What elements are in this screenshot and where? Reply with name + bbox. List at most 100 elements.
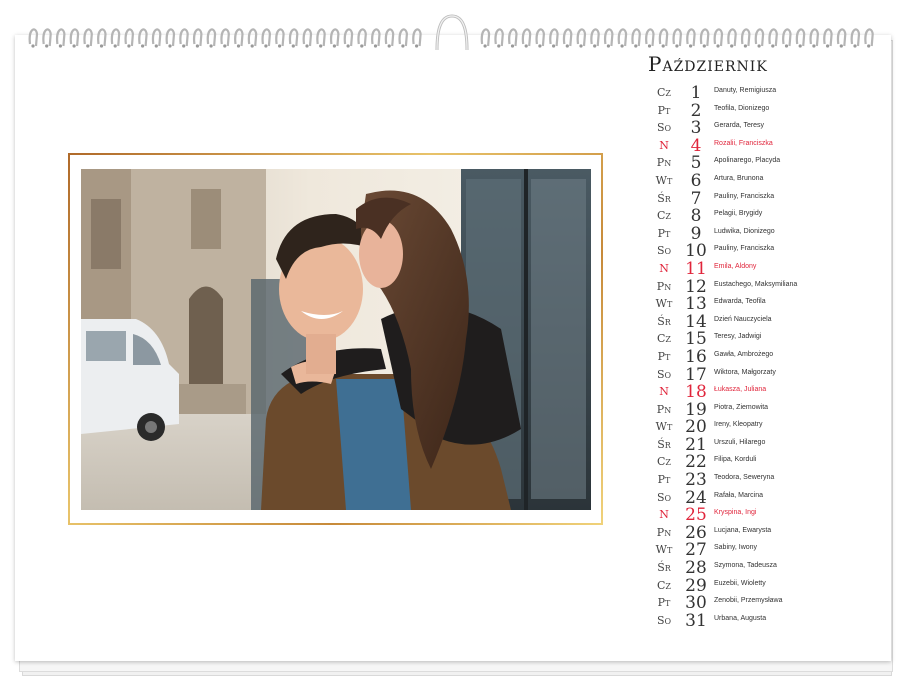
spiral-coil	[371, 28, 381, 47]
day-row: So 10 Pauliny, Franciszka	[648, 241, 888, 261]
spiral-coil	[302, 28, 313, 47]
binding-hole	[141, 44, 145, 48]
name-day: Wiktora, Małgorzaty	[714, 368, 776, 376]
spiral-coil	[782, 28, 792, 47]
day-row: So 17 Wiktora, Małgorzaty	[648, 365, 888, 385]
spiral-coil	[823, 28, 833, 47]
day-row: Pt 9 Ludwika, Dionizego	[648, 224, 888, 244]
day-row: So 3 Gerarda, Teresy	[648, 118, 888, 138]
name-day: Artura, Brunona	[714, 174, 764, 182]
day-list: Cz 1 Danuty, Remigiusza Pt 2 Teofila, Dionize…	[648, 83, 888, 631]
binding-hole	[483, 44, 487, 48]
spiral-coil	[69, 28, 80, 47]
binding-hole	[182, 44, 186, 48]
name-day: Eustachego, Maksymiliana	[714, 280, 798, 288]
binding-hole	[195, 44, 199, 48]
binding-hole	[647, 44, 652, 48]
spiral-coil	[28, 28, 39, 47]
spiral-coil	[740, 28, 751, 47]
binding-hole	[291, 44, 295, 48]
day-of-week: Wt	[655, 420, 673, 434]
spiral-coil	[97, 28, 107, 47]
binding-hole	[689, 44, 693, 48]
spiral-coil	[645, 28, 655, 47]
binding-hole	[346, 44, 350, 48]
day-row: N 25 Kryspina, Ingi	[648, 505, 888, 525]
day-of-week: Wt	[655, 297, 673, 311]
day-of-week: Śr	[657, 561, 671, 575]
spiral-coil	[165, 28, 176, 47]
spiral-coil	[686, 28, 696, 47]
day-row: Wt 20 Ireny, Kleopatry	[648, 417, 888, 437]
binding-hole	[798, 44, 802, 48]
day-of-week: Pt	[657, 596, 671, 610]
binding-hole	[757, 44, 761, 48]
binding-hole	[839, 44, 843, 48]
day-of-week: Cz	[657, 455, 671, 469]
spiral-coil	[795, 28, 806, 47]
day-row: Pn 19 Piotra, Ziemowita	[648, 400, 888, 420]
binding-hole	[593, 44, 597, 48]
day-of-week: Wt	[655, 173, 673, 187]
spiral-coil	[836, 28, 847, 47]
spiral-coil	[357, 28, 367, 47]
spiral-coil	[672, 28, 683, 47]
spiral-coil	[151, 28, 162, 47]
day-row: Śr 14 Dzień Nauczyciela	[648, 312, 888, 332]
name-day: Zenobii, Przemysława	[714, 597, 783, 605]
day-row: Pn 26 Lucjana, Ewarysta	[648, 523, 888, 543]
spiral-coil	[412, 28, 422, 47]
spiral-coil	[809, 28, 820, 47]
binding-hole	[552, 44, 556, 48]
spiral-coil	[535, 28, 546, 47]
day-row: Cz 1 Danuty, Remigiusza	[648, 83, 888, 103]
day-of-week: So	[656, 613, 672, 627]
spiral-coil	[83, 28, 93, 47]
day-row: Pt 16 Gawła, Ambrożego	[648, 347, 888, 367]
binding-hole	[58, 44, 63, 48]
couple-photo	[81, 169, 591, 510]
spiral-coil	[713, 28, 724, 47]
binding-hole	[264, 44, 268, 48]
binding-hole	[524, 44, 528, 48]
spiral-coil	[521, 28, 532, 47]
day-of-week: Pn	[656, 402, 672, 416]
day-of-week: So	[656, 490, 672, 504]
binding-hole	[31, 44, 35, 48]
spiral-coil	[192, 28, 203, 47]
day-row: N 18 Łukasza, Juliana	[648, 382, 888, 402]
month-title: Październik	[648, 52, 768, 76]
name-day: Edwarda, Teofila	[714, 298, 766, 306]
spiral-coil	[343, 28, 354, 47]
name-day: Sabiny, Iwony	[714, 544, 758, 552]
day-of-week: Cz	[657, 578, 671, 592]
day-of-week: Śr	[657, 437, 671, 451]
spiral-coil	[576, 28, 587, 47]
day-row: Pn 5 Apolinarego, Placyda	[648, 153, 888, 173]
spiral-coil	[316, 28, 326, 47]
day-of-week: N	[659, 261, 669, 275]
name-day: Ludwika, Dionizego	[714, 227, 775, 235]
day-of-week: Pt	[657, 103, 671, 117]
name-day: Teodora, Seweryna	[714, 474, 775, 482]
name-day: Pauliny, Franciszka	[714, 192, 775, 200]
spiral-coil	[562, 28, 573, 47]
binding-hole	[702, 44, 706, 48]
binding-hole	[415, 44, 419, 48]
day-row: Wt 13 Edwarda, Teofila	[648, 294, 888, 314]
name-day: Szymona, Tadeusza	[714, 562, 777, 570]
day-row: Śr 21 Urszuli, Hilarego	[648, 435, 888, 455]
spiral-coil	[699, 28, 710, 47]
day-of-week: N	[659, 138, 669, 152]
spiral-coil	[124, 28, 135, 47]
binding-hole	[401, 44, 405, 48]
spiral-coil	[247, 28, 258, 47]
spiral-coil	[603, 28, 614, 47]
spiral-coil	[220, 28, 230, 47]
binding-hole	[661, 44, 665, 48]
binding-hole	[127, 44, 131, 48]
name-day: Lucjana, Ewarysta	[714, 526, 772, 534]
spiral-coil	[110, 28, 121, 47]
binding-hole	[606, 44, 611, 48]
spiral-coil	[850, 28, 861, 47]
